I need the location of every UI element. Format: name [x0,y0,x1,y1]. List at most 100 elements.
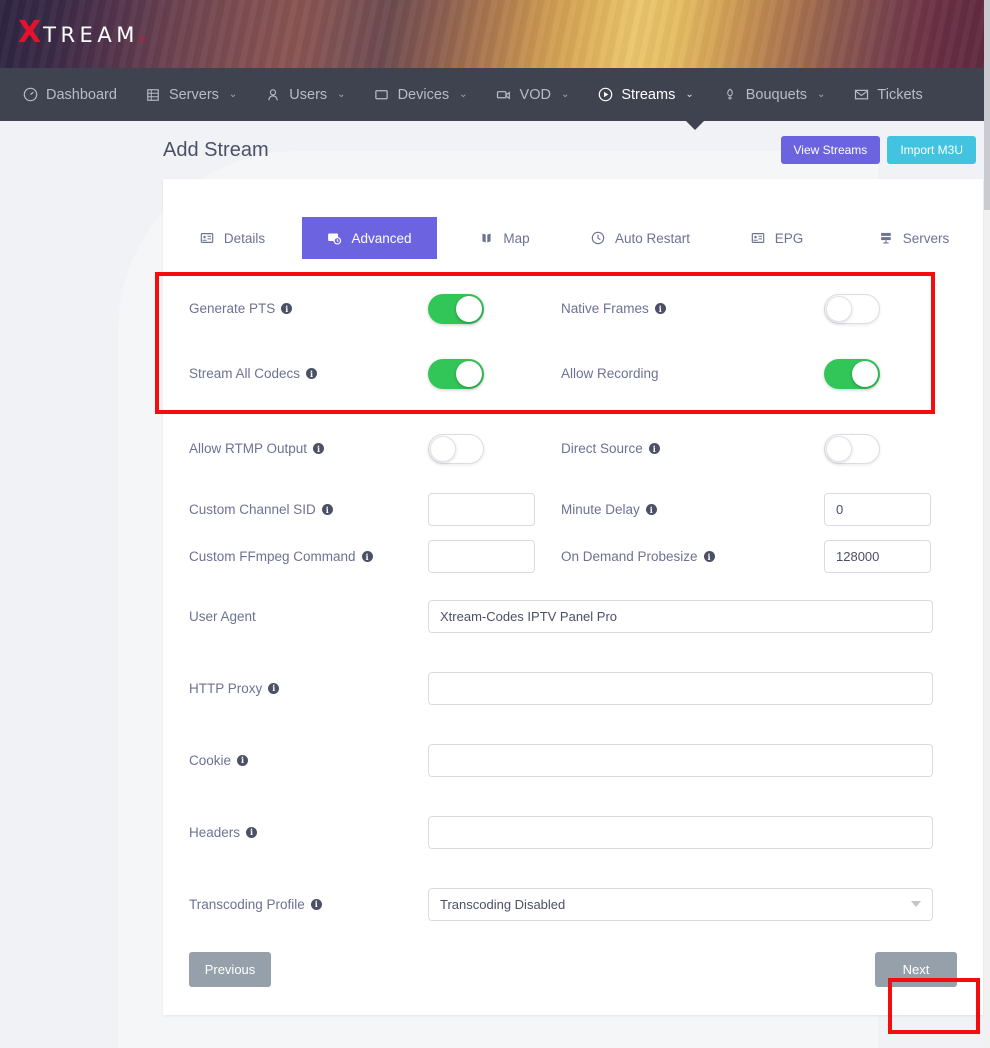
server-icon [145,87,161,103]
tab-label-map: Map [503,231,529,246]
info-icon[interactable]: i [313,443,324,454]
label-text-generate-pts: Generate PTS [189,301,275,316]
next-button[interactable]: Next [875,952,957,987]
info-icon[interactable]: i [362,551,373,562]
tab-label-servers: Servers [903,231,950,246]
nav-item-bouquets[interactable]: Bouquets ⌄ [708,68,840,121]
label-transcoding-profile: Transcoding Profile i [163,897,428,912]
toggle-knob [852,361,878,387]
tab-label-advanced: Advanced [351,231,411,246]
tab-auto-restart[interactable]: Auto Restart [572,217,709,259]
tab-epg[interactable]: EPG [709,217,845,259]
servers-rack-icon [879,231,894,246]
label-headers: Headers i [163,825,428,840]
info-icon[interactable]: i [281,303,292,314]
page-header: Add Stream View Streams Import M3U [163,121,983,179]
label-http-proxy: HTTP Proxy i [163,681,428,696]
previous-button[interactable]: Previous [189,952,271,987]
top-banner: XTREAM® [0,0,990,68]
tab-label-epg: EPG [775,231,804,246]
tab-label-details: Details [224,231,265,246]
info-icon[interactable]: i [268,683,279,694]
toggle-knob [430,436,456,462]
form-row-sid-delay: Custom Channel SID i Minute Delay i [163,486,983,533]
input-cell-headers [428,816,933,849]
mail-icon [853,87,869,103]
nav-label-tickets: Tickets [877,87,922,103]
select-cell-transcoding-profile: Transcoding Disabled [428,888,933,921]
card-top-spacer [163,179,983,217]
header-actions: View Streams Import M3U [781,136,977,164]
toggle-allow-rtmp-output[interactable] [428,434,484,464]
active-nav-pointer [686,121,704,130]
nav-item-dashboard[interactable]: Dashboard [8,68,131,121]
info-icon[interactable]: i [704,551,715,562]
info-icon[interactable]: i [655,303,666,314]
info-icon[interactable]: i [237,755,248,766]
advanced-icon [327,231,342,246]
nav-item-servers[interactable]: Servers ⌄ [131,68,251,121]
http-proxy-input[interactable] [428,672,933,705]
toggle-stream-all-codecs[interactable] [428,359,484,389]
nav-item-streams[interactable]: Streams ⌄ [583,68,707,121]
input-cell-user-agent [428,600,933,633]
label-text-custom-ffmpeg-command: Custom FFmpeg Command [189,549,356,564]
nav-item-tickets[interactable]: Tickets [839,68,936,121]
label-text-cookie: Cookie [189,753,231,768]
transcoding-profile-select[interactable]: Transcoding Disabled [428,888,933,921]
label-text-minute-delay: Minute Delay [561,502,640,517]
input-cell-cookie [428,744,933,777]
toggle-cell-allow-rtmp-output [428,434,561,464]
view-streams-button[interactable]: View Streams [781,136,881,164]
tab-advanced[interactable]: Advanced [302,217,437,259]
toggle-cell-native-frames [824,294,880,324]
chevron-down-icon: ⌄ [685,89,693,100]
headers-input[interactable] [428,816,933,849]
label-custom-ffmpeg-command: Custom FFmpeg Command i [163,549,428,564]
label-text-allow-recording: Allow Recording [561,366,659,381]
info-icon[interactable]: i [306,368,317,379]
form-row-user-agent: User Agent [163,580,983,652]
tab-map[interactable]: Map [437,217,572,259]
info-icon[interactable]: i [649,443,660,454]
toggle-generate-pts[interactable] [428,294,484,324]
custom-channel-sid-input[interactable] [428,493,535,526]
input-cell-on-demand-probesize [824,540,931,573]
import-m3u-button[interactable]: Import M3U [887,136,976,164]
label-stream-all-codecs: Stream All Codecs i [163,366,428,381]
custom-ffmpeg-command-input[interactable] [428,540,535,573]
cookie-input[interactable] [428,744,933,777]
nav-label-dashboard: Dashboard [46,87,117,103]
form-tabs: Details Advanced Map [163,217,983,259]
user-agent-input[interactable] [428,600,933,633]
page-scrollbar[interactable] [984,0,990,1048]
map-icon [479,231,494,246]
tab-servers[interactable]: Servers [845,217,983,259]
info-icon[interactable]: i [246,827,257,838]
nav-item-devices[interactable]: Devices ⌄ [360,68,482,121]
info-icon[interactable]: i [646,504,657,515]
tab-details[interactable]: Details [163,217,302,259]
toggle-knob [826,436,852,462]
nav-item-users[interactable]: Users ⌄ [251,68,359,121]
label-text-native-frames: Native Frames [561,301,649,316]
info-icon[interactable]: i [311,899,322,910]
chevron-down-icon[interactable] [911,901,921,907]
label-native-frames: Native Frames i [561,301,824,316]
chevron-down-icon: ⌄ [817,89,825,100]
label-custom-channel-sid: Custom Channel SID i [163,502,428,517]
toggle-native-frames[interactable] [824,294,880,324]
scrollbar-thumb[interactable] [984,0,990,210]
on-demand-probesize-input[interactable] [824,540,931,573]
logo-x-mark: X [18,18,41,48]
minute-delay-input[interactable] [824,493,931,526]
xtream-logo[interactable]: XTREAM® [18,18,146,48]
details-icon [200,231,215,246]
label-generate-pts: Generate PTS i [163,301,428,316]
nav-item-vod[interactable]: VOD ⌄ [482,68,584,121]
info-icon[interactable]: i [322,504,333,515]
toggle-direct-source[interactable] [824,434,880,464]
video-icon [496,87,512,103]
form-row-ffmpeg-probesize: Custom FFmpeg Command i On Demand Probes… [163,533,983,580]
toggle-allow-recording[interactable] [824,359,880,389]
